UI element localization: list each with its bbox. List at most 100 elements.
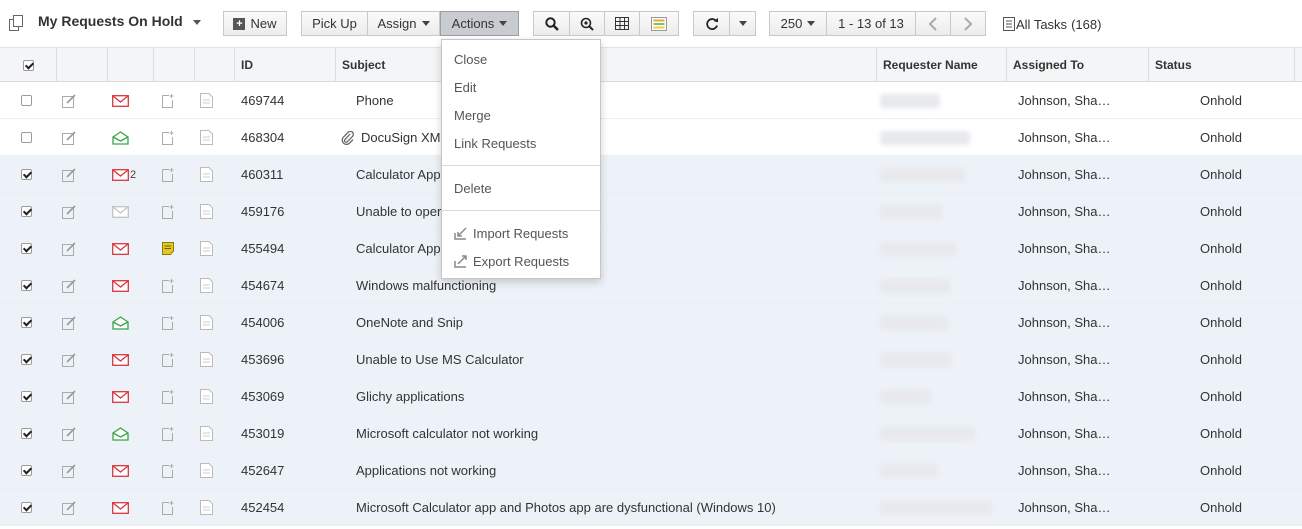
edit-icon[interactable] [62,193,76,230]
add-note-icon[interactable] [162,267,174,304]
table-row[interactable]: 469744 Phone Johnson, Sha… Onhold [0,82,1302,119]
task-icon[interactable] [200,378,213,415]
mail-icon[interactable] [112,415,129,452]
add-note-icon[interactable] [162,489,174,526]
edit-icon[interactable] [62,156,76,193]
mail-icon[interactable] [112,267,129,304]
task-icon[interactable] [200,82,213,119]
task-icon[interactable] [200,341,213,378]
mail-icon[interactable] [112,82,129,119]
subject-link[interactable]: Microsoft Calculator app and Photos app … [356,500,776,515]
columns-button[interactable] [604,11,640,36]
mail-icon[interactable] [112,452,129,489]
edit-icon[interactable] [62,452,76,489]
add-note-icon[interactable] [162,341,174,378]
menu-item-close[interactable]: Close [454,49,487,69]
table-row[interactable]: 468304 DocuSign XM Johnson, Sha… Onhold [0,119,1302,156]
add-note-icon[interactable] [162,119,174,156]
edit-icon[interactable] [62,378,76,415]
request-id[interactable]: 453069 [241,378,284,415]
mail-icon[interactable] [112,119,129,156]
previous-page-button[interactable] [915,11,951,36]
table-row[interactable]: 452647 Applications not working Johnson, S… [0,452,1302,489]
add-note-icon[interactable] [162,82,174,119]
header-subject[interactable]: Subject [336,48,877,82]
search-button[interactable] [533,11,570,36]
assign-button[interactable]: Assign [367,11,440,36]
all-tasks-link[interactable]: All Tasks (168) [1002,16,1101,32]
mail-icon[interactable]: 2 [112,156,136,193]
table-row[interactable]: 454674 Windows malfunctioning Johnson, Sha… [0,267,1302,304]
edit-icon[interactable] [62,119,76,156]
color-legend-button[interactable] [639,11,679,36]
row-checkbox[interactable] [21,502,32,513]
task-icon[interactable] [200,452,213,489]
advanced-search-button[interactable] [569,11,605,36]
task-icon[interactable] [200,489,213,526]
mail-icon[interactable] [112,341,129,378]
subject-link[interactable]: Unable to Use MS Calculator [356,352,524,367]
view-list-icon[interactable] [9,15,23,31]
edit-icon[interactable] [62,267,76,304]
table-row[interactable]: 459176 Unable to oper Johnson, Sha… Onhold [0,193,1302,230]
header-status[interactable]: Status [1149,48,1295,82]
add-note-icon[interactable] [162,378,174,415]
request-id[interactable]: 454006 [241,304,284,341]
mail-icon[interactable] [112,230,129,267]
refresh-button[interactable] [693,11,730,36]
subject-link[interactable]: Calculator App [356,241,441,256]
row-checkbox[interactable] [21,354,32,365]
row-checkbox[interactable] [21,428,32,439]
request-id[interactable]: 459176 [241,193,284,230]
row-checkbox[interactable] [21,465,32,476]
request-id[interactable]: 452647 [241,452,284,489]
add-note-icon[interactable] [162,415,174,452]
edit-icon[interactable] [62,415,76,452]
request-id[interactable]: 453019 [241,415,284,452]
header-assigned-to[interactable]: Assigned To [1007,48,1149,82]
row-checkbox[interactable] [21,206,32,217]
add-note-icon[interactable] [162,193,174,230]
add-note-icon[interactable] [162,452,174,489]
mail-icon[interactable] [112,489,129,526]
add-note-icon[interactable] [162,156,174,193]
new-request-button[interactable]: + New [223,11,287,36]
subject-link[interactable]: Phone [356,93,394,108]
request-id[interactable]: 468304 [241,119,284,156]
subject-link[interactable]: Microsoft calculator not working [356,426,538,441]
view-dropdown-caret-icon[interactable] [193,20,201,25]
task-icon[interactable] [200,415,213,452]
menu-item-import-requests[interactable]: Import Requests [454,223,568,243]
menu-item-delete[interactable]: Delete [454,178,492,198]
row-checkbox[interactable] [21,391,32,402]
subject-link[interactable]: Unable to oper [356,204,441,219]
menu-item-merge[interactable]: Merge [454,105,491,125]
table-row[interactable]: 453019 Microsoft calculator not working Jo… [0,415,1302,452]
select-all-checkbox[interactable] [22,59,34,71]
edit-icon[interactable] [62,341,76,378]
request-id[interactable]: 455494 [241,230,284,267]
mail-icon[interactable] [112,304,129,341]
table-row[interactable]: 2 460311 Calculator App Johnson, Sha… Onhold [0,156,1302,193]
row-checkbox[interactable] [21,169,32,180]
task-icon[interactable] [200,304,213,341]
table-row[interactable]: 453696 Unable to Use MS Calculator Johnson… [0,341,1302,378]
page-size-select[interactable]: 250 [769,11,827,36]
view-title[interactable]: My Requests On Hold [38,13,183,29]
table-row[interactable]: 453069 Glichy applications Johnson, Sha… On… [0,378,1302,415]
menu-item-export-requests[interactable]: Export Requests [454,251,569,271]
subject-link[interactable]: OneNote and Snip [356,315,463,330]
actions-button[interactable]: Actions [440,11,519,36]
task-icon[interactable] [200,267,213,304]
request-id[interactable]: 469744 [241,82,284,119]
mail-icon[interactable] [112,378,129,415]
request-id[interactable]: 460311 [241,156,283,193]
request-id[interactable]: 452454 [241,489,284,526]
edit-icon[interactable] [62,230,76,267]
row-checkbox[interactable] [21,243,32,254]
next-page-button[interactable] [950,11,986,36]
row-checkbox[interactable] [21,280,32,291]
task-icon[interactable] [200,156,213,193]
note-icon[interactable] [162,230,174,267]
task-icon[interactable] [200,230,213,267]
